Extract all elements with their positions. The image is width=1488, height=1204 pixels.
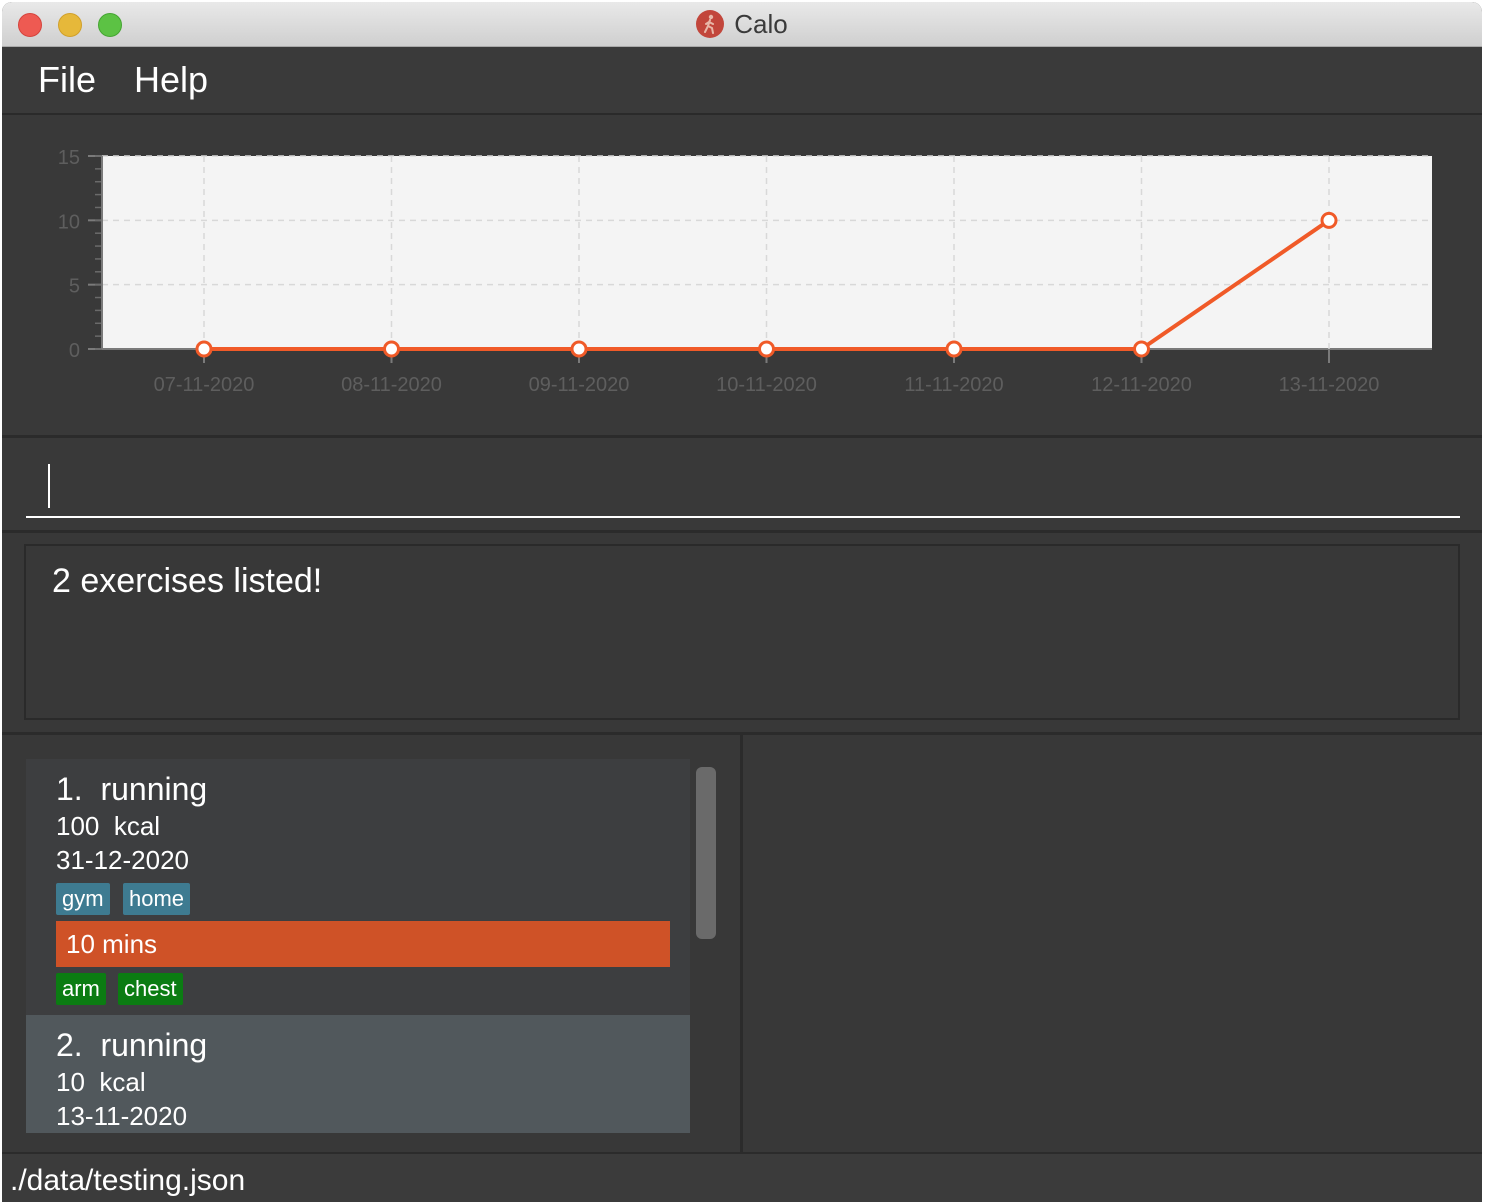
- save-file-path: ./data/testing.json: [10, 1164, 246, 1197]
- x-tick-label: 08-11-2020: [341, 374, 442, 396]
- tag-badge: home: [123, 883, 191, 915]
- x-tick-label: 07-11-2020: [154, 374, 255, 396]
- data-point: [945, 340, 963, 358]
- menu-help[interactable]: Help: [134, 59, 208, 101]
- y-tick-label: 15: [58, 147, 80, 169]
- list-scrollbar[interactable]: [696, 767, 716, 939]
- muscle-badge: chest: [118, 973, 183, 1005]
- title-bar: Calo: [2, 2, 1482, 47]
- data-point: [758, 340, 775, 358]
- duration-bar: 10 mins: [56, 921, 670, 967]
- calories-value: 10: [56, 1067, 85, 1097]
- calories-value: 100: [56, 811, 100, 841]
- x-tick-label: 09-11-2020: [529, 374, 630, 396]
- calorie-line-chart: 0 5 10 15 07-11-2020 08-11-2020 09-11-2020 10-1…: [58, 147, 1432, 396]
- app-window: Calo File Help 0 5 10 15 07-11-2020 08-11-202…: [2, 2, 1482, 1202]
- exercise-card[interactable]: 1. running 100 kcal 31-12-2020 gym home …: [26, 759, 690, 1015]
- exercise-title: 2. running: [56, 1027, 207, 1064]
- menu-bar: File Help: [2, 47, 1482, 115]
- menu-file[interactable]: File: [38, 59, 96, 101]
- exercise-date: 31-12-2020: [56, 845, 189, 875]
- tag-badge: gym: [56, 883, 110, 915]
- muscle-badge: arm: [56, 973, 106, 1005]
- y-tick-label: 5: [69, 276, 80, 298]
- text-caret: [48, 464, 50, 508]
- status-bar: ./data/testing.json: [2, 1152, 1482, 1202]
- data-point: [1320, 211, 1338, 229]
- x-tick-label: 12-11-2020: [1091, 374, 1192, 396]
- detail-panel: [743, 732, 1482, 1153]
- result-display: 2 exercises listed!: [24, 544, 1460, 720]
- command-box: [2, 438, 1482, 533]
- data-point: [195, 340, 213, 358]
- data-point: [570, 340, 588, 358]
- data-point: [1133, 340, 1150, 358]
- exercise-name: running: [100, 771, 208, 807]
- calories-unit: kcal: [113, 811, 161, 841]
- y-tick-label: 0: [69, 340, 80, 362]
- calorie-chart-panel: 0 5 10 15 07-11-2020 08-11-2020 09-11-2020 10-1…: [2, 115, 1482, 438]
- data-point: [383, 340, 400, 358]
- exercise-calories: 10 kcal: [56, 1067, 146, 1098]
- exercise-calories: 100 kcal: [56, 811, 160, 842]
- exercise-card[interactable]: 2. running 10 kcal 13-11-2020: [26, 1015, 690, 1133]
- calories-unit: kcal: [99, 1067, 146, 1097]
- exercise-title: 1. running: [56, 771, 207, 808]
- y-tick-label: 10: [58, 211, 80, 233]
- exercise-list-panel[interactable]: 1. running 100 kcal 31-12-2020 gym home …: [2, 732, 743, 1153]
- window-title: Calo: [734, 8, 788, 39]
- runner-icon: [696, 10, 725, 38]
- exercise-index: 1.: [56, 771, 83, 807]
- x-tick-label: 13-11-2020: [1279, 374, 1380, 396]
- plot-area: [102, 156, 1432, 349]
- x-tick-label: 11-11-2020: [904, 374, 1003, 396]
- exercise-name: running: [100, 1027, 208, 1063]
- command-input[interactable]: [26, 456, 1460, 518]
- result-message: 2 exercises listed!: [52, 562, 323, 600]
- exercise-date: 13-11-2020: [56, 1101, 188, 1131]
- x-tick-label: 10-11-2020: [716, 374, 817, 396]
- exercise-index: 2.: [56, 1027, 83, 1063]
